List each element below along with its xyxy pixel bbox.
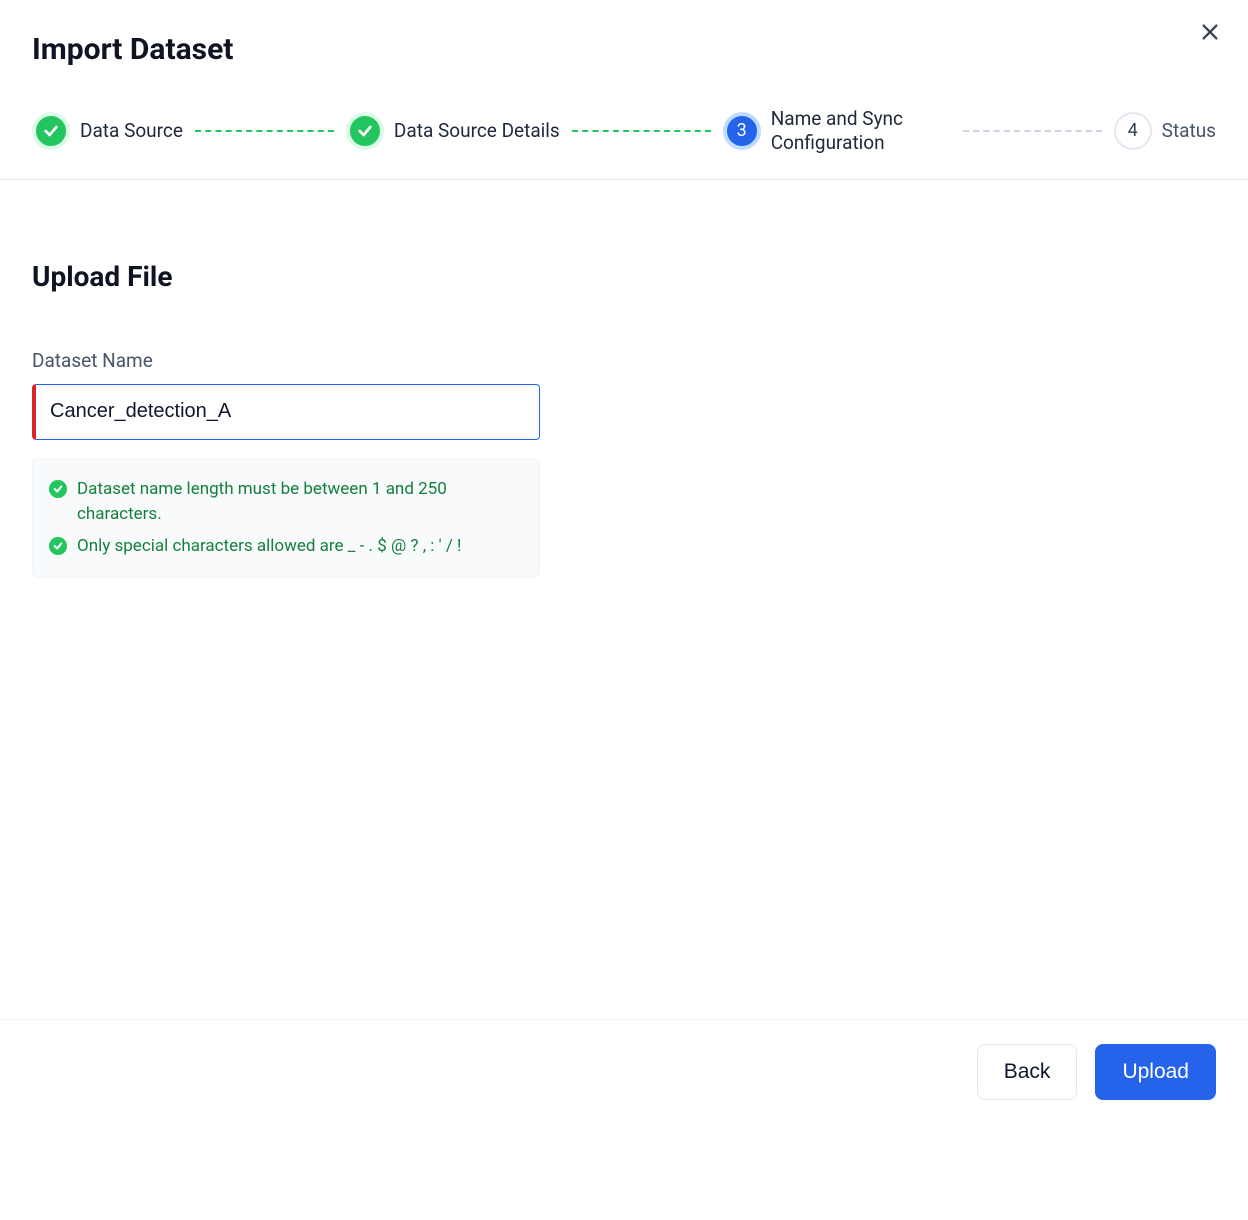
dataset-name-label: Dataset Name	[32, 349, 1216, 372]
dialog-footer: Back Upload	[0, 1019, 1248, 1220]
step-number-icon: 4	[1114, 112, 1152, 150]
step-status: 4 Status	[1114, 112, 1216, 150]
check-icon	[346, 112, 384, 150]
validation-rule: Only special characters allowed are _ - …	[49, 534, 523, 560]
validation-rule: Dataset name length must be between 1 an…	[49, 477, 523, 528]
check-circle-icon	[49, 537, 67, 555]
section-title: Upload File	[32, 260, 1216, 293]
dialog-title: Import Dataset	[32, 32, 1216, 67]
upload-button[interactable]: Upload	[1095, 1044, 1216, 1100]
stepper: Data Source Data Source Details 3 Name a…	[0, 67, 1248, 180]
stepper-connector	[572, 130, 711, 132]
check-circle-icon	[49, 480, 67, 498]
dataset-name-input[interactable]	[32, 384, 540, 440]
dialog-header: Import Dataset	[0, 0, 1248, 67]
stepper-connector	[195, 130, 334, 132]
step-label: Data Source Details	[394, 119, 560, 143]
step-label: Name and Sync Configuration	[771, 107, 951, 155]
validation-hints: Dataset name length must be between 1 an…	[32, 458, 540, 579]
dialog-content: Upload File Dataset Name Dataset name le…	[0, 180, 1248, 579]
step-label: Data Source	[80, 119, 183, 143]
import-dataset-dialog: Import Dataset Data Source Data Source D…	[0, 0, 1248, 1220]
step-data-source-details[interactable]: Data Source Details	[346, 112, 560, 150]
close-icon	[1199, 21, 1221, 43]
step-data-source[interactable]: Data Source	[32, 112, 183, 150]
step-name-sync[interactable]: 3 Name and Sync Configuration	[723, 107, 951, 155]
close-button[interactable]	[1196, 18, 1224, 46]
step-number-icon: 3	[723, 112, 761, 150]
back-button[interactable]: Back	[977, 1044, 1078, 1100]
check-icon	[32, 112, 70, 150]
stepper-connector	[963, 130, 1102, 132]
validation-rule-text: Only special characters allowed are _ - …	[77, 534, 461, 560]
step-label: Status	[1162, 119, 1216, 143]
dataset-name-input-wrap	[32, 384, 540, 440]
validation-rule-text: Dataset name length must be between 1 an…	[77, 477, 523, 528]
